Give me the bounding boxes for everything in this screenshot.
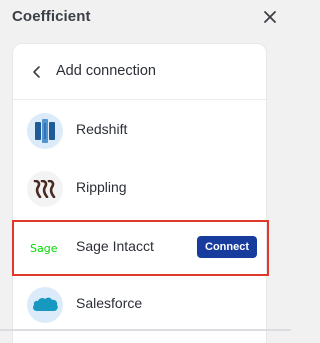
rippling-logo-icon <box>27 171 63 207</box>
redshift-logo-icon <box>27 113 63 149</box>
panel-title: Add connection <box>56 63 156 79</box>
connection-label: Redshift <box>76 121 128 137</box>
connect-button[interactable]: Connect <box>197 236 257 258</box>
sage-logo-icon: Sage <box>27 230 63 266</box>
connection-item-sage-intacct[interactable]: Sage Sage Intacct Connect <box>12 220 269 276</box>
panel-header: Add connection <box>13 44 266 100</box>
connection-item-redshift[interactable]: Redshift <box>13 103 268 159</box>
back-arrow-icon[interactable] <box>30 65 44 79</box>
salesforce-logo-icon <box>27 287 63 323</box>
app-title: Coefficient <box>12 8 91 25</box>
add-connection-panel: Add connection Redshift Rippling Sage Sa… <box>12 43 269 343</box>
connection-label: Rippling <box>76 179 127 195</box>
svg-text:Sage: Sage <box>30 242 58 255</box>
connection-item-rippling[interactable]: Rippling <box>13 161 268 217</box>
scrollbar[interactable] <box>272 43 278 331</box>
connection-label: Salesforce <box>76 295 143 311</box>
connection-label: Sage Intacct <box>76 238 154 254</box>
app-header: Coefficient <box>0 0 291 34</box>
connection-item-salesforce[interactable]: Salesforce <box>13 277 268 333</box>
close-icon[interactable] <box>262 9 278 25</box>
